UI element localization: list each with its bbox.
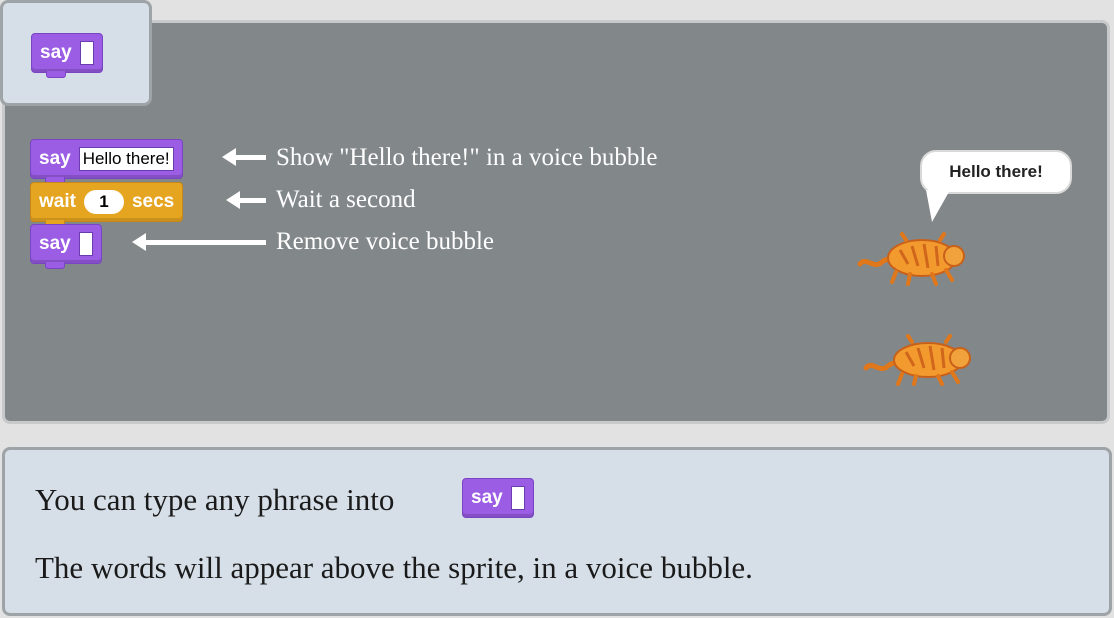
wait-block[interactable]: wait 1 secs bbox=[30, 182, 184, 227]
say-text-input[interactable]: Hello there! bbox=[78, 147, 174, 171]
arrow-left-icon bbox=[226, 191, 266, 209]
speech-bubble-tail bbox=[926, 190, 950, 222]
arrow-left-icon bbox=[132, 233, 266, 251]
annotation-say-hello: Show "Hello there!" in a voice bubble bbox=[276, 144, 658, 171]
say-keyword: say bbox=[471, 487, 503, 508]
block-palette-card: say bbox=[0, 0, 152, 106]
tip-line-2: The words will appear above the sprite, … bbox=[35, 550, 753, 585]
say-empty-block[interactable]: say bbox=[30, 224, 102, 269]
inline-say-block: say bbox=[462, 478, 534, 518]
say-text-input bbox=[510, 486, 525, 510]
wait-keyword: wait bbox=[39, 191, 76, 212]
tip-line-1-text: You can type any phrase into bbox=[35, 482, 395, 517]
cat-sprite-icon[interactable] bbox=[856, 230, 968, 286]
palette-say-block[interactable]: say bbox=[31, 33, 103, 78]
say-text-input[interactable] bbox=[79, 41, 94, 65]
secs-label: secs bbox=[131, 191, 175, 212]
block-notch bbox=[45, 262, 65, 269]
say-keyword: say bbox=[39, 148, 71, 169]
arrow-left-icon bbox=[222, 148, 266, 166]
annotation-wait: Wait a second bbox=[276, 186, 416, 213]
say-keyword: say bbox=[40, 42, 72, 63]
tip-panel: You can type any phrase into say The wor… bbox=[2, 447, 1112, 616]
annotation-say-empty: Remove voice bubble bbox=[276, 228, 494, 255]
wait-seconds-input[interactable]: 1 bbox=[83, 190, 124, 214]
say-keyword: say bbox=[39, 233, 71, 254]
say-hello-block[interactable]: say Hello there! bbox=[30, 139, 183, 184]
block-notch bbox=[46, 71, 66, 78]
tip-line-1: You can type any phrase into bbox=[35, 482, 394, 518]
say-text-input[interactable] bbox=[78, 232, 93, 256]
cat-sprite-icon[interactable] bbox=[862, 334, 974, 386]
speech-bubble: Hello there! bbox=[920, 150, 1072, 194]
